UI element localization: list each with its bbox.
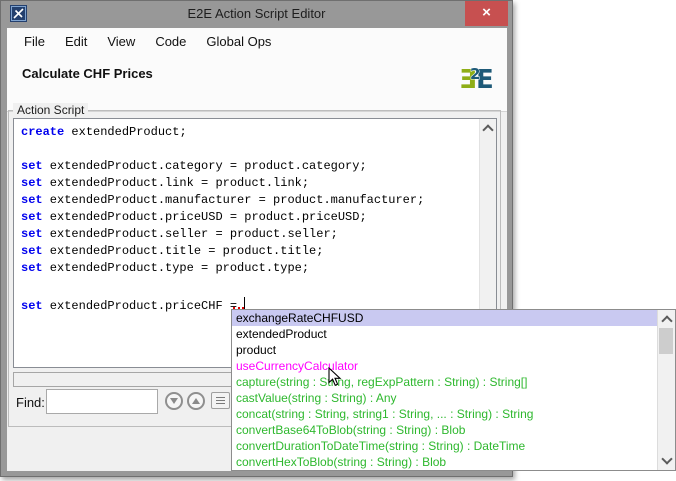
chevron-down-circle-icon <box>170 398 178 404</box>
code-line: set extendedProduct.category = product.c… <box>21 158 478 175</box>
find-label: Find: <box>16 395 45 410</box>
autocomplete-item[interactable]: extendedProduct <box>232 326 658 342</box>
menu-bar: File Edit View Code Global Ops <box>7 28 507 56</box>
svg-text:2: 2 <box>470 65 480 83</box>
list-lines-icon <box>216 397 225 405</box>
code-keyword: set <box>21 193 43 207</box>
menu-item[interactable]: Code <box>145 30 196 54</box>
e2e-logo-icon: Ǝ E 2 <box>461 61 493 95</box>
code-keyword: set <box>21 159 43 173</box>
code-keyword: set <box>21 244 43 258</box>
autocomplete-item[interactable]: castValue(string : String) : Any <box>232 390 658 406</box>
code-text: extendedProduct.priceCHF = <box>43 299 245 313</box>
find-previous-button[interactable] <box>187 392 205 410</box>
autocomplete-item[interactable]: exchangeRateCHFUSD <box>232 310 658 326</box>
page-title: Calculate CHF Prices <box>22 66 153 81</box>
autocomplete-item[interactable]: convertHexToBlob(string : String) : Blob <box>232 454 658 470</box>
chevron-up-circle-icon <box>192 398 200 404</box>
code-line: set extendedProduct.manufacturer = produ… <box>21 192 478 209</box>
autocomplete-item[interactable]: capture(string : String, regExpPattern :… <box>232 374 658 390</box>
code-line: set extendedProduct.priceUSD = product.p… <box>21 209 478 226</box>
code-line <box>21 141 478 158</box>
window-title[interactable]: E2E Action Script Editor <box>0 6 513 21</box>
code-keyword: set <box>21 176 43 190</box>
code-line: set extendedProduct.title = product.titl… <box>21 243 478 260</box>
scroll-up-icon[interactable] <box>482 124 493 135</box>
menu-item[interactable]: File <box>14 30 55 54</box>
scroll-up-icon[interactable] <box>661 315 672 326</box>
find-input[interactable] <box>46 389 158 414</box>
autocomplete-item[interactable]: useCurrencyCalculator <box>232 358 658 374</box>
groupbox-label: Action Script <box>13 103 88 117</box>
code-keyword: set <box>21 227 43 241</box>
code-keyword: create <box>21 125 64 139</box>
close-button[interactable]: × <box>465 1 508 26</box>
scroll-down-icon[interactable] <box>661 453 672 464</box>
menu-item[interactable]: View <box>97 30 145 54</box>
error-squiggle-icon <box>233 294 244 309</box>
code-text: extendedProduct.priceUSD = product.price… <box>43 210 367 224</box>
autocomplete-popup: exchangeRateCHFUSD extendedProduct produ… <box>231 309 676 471</box>
code-keyword: set <box>21 299 43 313</box>
code-text: extendedProduct.type = product.type; <box>43 261 309 275</box>
code-line: create extendedProduct; <box>21 124 478 141</box>
find-options-button[interactable] <box>211 392 230 409</box>
menu-item[interactable]: Edit <box>55 30 97 54</box>
code-text: extendedProduct.link = product.link; <box>43 176 309 190</box>
scrollbar-thumb[interactable] <box>659 328 673 354</box>
code-content: create extendedProduct; set extendedProd… <box>21 124 478 311</box>
code-text: extendedProduct.category = product.categ… <box>43 159 367 173</box>
menu-item[interactable]: Global Ops <box>196 30 281 54</box>
mouse-pointer-icon <box>328 367 342 387</box>
autocomplete-item[interactable]: convertDurationToDateTime(string : Strin… <box>232 438 658 454</box>
code-line: set extendedProduct.type = product.type; <box>21 260 478 277</box>
code-line <box>21 277 478 294</box>
code-text: extendedProduct.seller = product.seller; <box>43 227 338 241</box>
autocomplete-item[interactable]: product <box>232 342 658 358</box>
autocomplete-item[interactable]: convertBase64ToBlob(string : String) : B… <box>232 422 658 438</box>
code-text: extendedProduct.manufacturer = product.m… <box>43 193 425 207</box>
code-text: extendedProduct.title = product.title; <box>43 244 324 258</box>
autocomplete-item[interactable]: concat(string : String, string1 : String… <box>232 406 658 422</box>
code-line: set extendedProduct.seller = product.sel… <box>21 226 478 243</box>
find-next-button[interactable] <box>165 392 183 410</box>
code-text: extendedProduct; <box>64 125 186 139</box>
code-line: set extendedProduct.link = product.link; <box>21 175 478 192</box>
autocomplete-list: exchangeRateCHFUSD extendedProduct produ… <box>232 310 658 470</box>
code-keyword: set <box>21 261 43 275</box>
popup-vertical-scrollbar[interactable] <box>657 310 675 470</box>
code-keyword: set <box>21 210 43 224</box>
close-icon: × <box>482 4 491 21</box>
